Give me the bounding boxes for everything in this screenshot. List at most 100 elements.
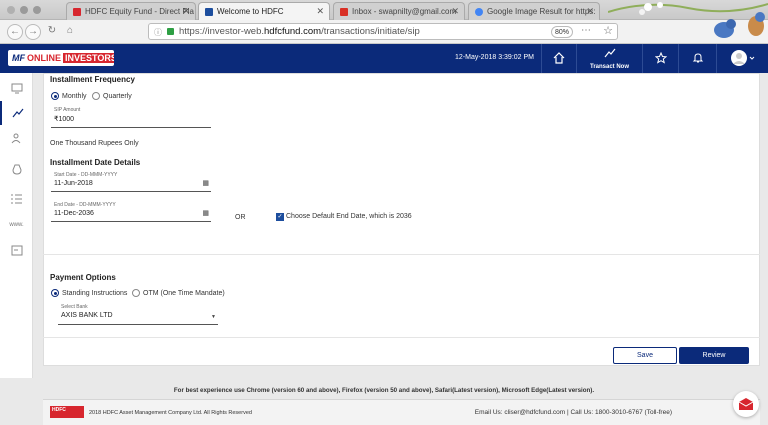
zoom-level[interactable]: 80%	[551, 26, 573, 38]
home-icon	[553, 52, 565, 64]
sidebar-item-website[interactable]: www.	[0, 213, 33, 237]
sidebar-item-list[interactable]	[0, 186, 33, 210]
start-date-label: Start Date - DD-MMM-YYYY	[54, 172, 118, 178]
hdfc-favicon-icon	[205, 8, 213, 16]
lock-icon	[167, 28, 174, 35]
radio-selected-icon	[51, 289, 59, 297]
favourites-button[interactable]	[642, 44, 678, 73]
quote-icon	[11, 245, 22, 255]
close-tab-icon[interactable]: ✕	[182, 6, 190, 17]
sip-amount-field[interactable]: SIP Amount ₹1000	[51, 107, 211, 128]
sip-amount-label: SIP Amount	[54, 107, 81, 113]
actions-divider	[43, 337, 760, 338]
select-bank-label: Select Bank	[61, 304, 88, 310]
default-end-date-checkbox[interactable]: ✓	[276, 213, 284, 221]
logo-investors: INVESTORS	[63, 53, 114, 63]
frequency-quarterly-radio[interactable]: Quarterly	[92, 92, 132, 100]
logo-mf: MF	[12, 53, 25, 63]
sip-amount-value: ₹1000	[54, 116, 75, 123]
tab-title: Google Image Result for https:	[487, 7, 596, 16]
close-tab-icon[interactable]: ✕	[586, 6, 594, 17]
default-end-date-label: Choose Default End Date, which is 2036	[286, 213, 412, 220]
home-icon[interactable]: ⌂	[62, 24, 78, 40]
contact-info: Email Us: cliser@hdfcfund.com | Call Us:…	[474, 409, 672, 416]
frequency-monthly-radio[interactable]: Monthly	[51, 92, 87, 100]
payment-otm-radio[interactable]: OTM (One Time Mandate)	[132, 289, 225, 297]
dropdown-arrow-icon: ▼	[211, 314, 216, 320]
checklist-icon	[11, 194, 22, 203]
transact-icon	[604, 48, 615, 58]
calendar-icon[interactable]: ▦	[202, 179, 209, 187]
browser-tab-hdfc-equity[interactable]: HDFC Equity Fund - Direct Pla ✕	[66, 2, 196, 20]
save-button[interactable]: Save	[613, 347, 677, 364]
reload-icon[interactable]: ↻	[44, 24, 60, 40]
back-icon[interactable]: ←	[7, 24, 23, 40]
mf-online-logo[interactable]: MF ONLINE INVESTORS	[8, 50, 114, 66]
chat-button[interactable]	[733, 391, 759, 417]
gmail-favicon-icon	[340, 8, 348, 16]
amount-in-words: One Thousand Rupees Only	[50, 140, 139, 147]
otm-label: OTM (One Time Mandate)	[143, 289, 225, 297]
end-date-field[interactable]: End Date - DD-MMM-YYYY 11-Dec-2036 ▦	[51, 202, 211, 222]
start-date-value: 11-Jun-2018	[54, 180, 93, 187]
avatar-icon	[730, 50, 754, 66]
sidebar-item-dashboard[interactable]	[0, 76, 33, 100]
radio-unselected-icon	[132, 289, 140, 297]
browser-support-notice: For best experience use Chrome (version …	[173, 387, 595, 394]
browser-tab-google-image[interactable]: Google Image Result for https: ✕	[468, 2, 600, 20]
notifications-button[interactable]	[678, 44, 716, 73]
url-domain: hdfcfund.com	[264, 26, 322, 37]
installment-frequency-heading: Installment Frequency	[50, 75, 135, 84]
tab-title: Inbox - swapnilty@gmail.com	[352, 7, 457, 16]
header-datetime: 12-May-2018 3:39:02 PM	[455, 54, 534, 61]
www-label: www.	[9, 222, 24, 228]
radio-unselected-icon	[92, 92, 100, 100]
forward-icon[interactable]: →	[25, 24, 41, 40]
bookmark-star-icon[interactable]: ☆	[603, 24, 613, 37]
sidebar-item-transact[interactable]	[0, 101, 33, 125]
copyright-text: 2018 HDFC Asset Management Company Ltd. …	[89, 410, 252, 416]
payment-standing-radio[interactable]: Standing Instructions	[51, 289, 127, 297]
transact-icon	[12, 108, 23, 118]
user-settings-icon	[11, 133, 20, 143]
url-path: /transactions/initiate/sip	[321, 26, 420, 37]
close-tab-icon[interactable]: ✕	[316, 6, 324, 17]
select-bank-dropdown[interactable]: Select Bank AXIS BANK LTD ▼	[58, 304, 218, 325]
logo-online: ONLINE	[27, 53, 62, 63]
standing-instructions-label: Standing Instructions	[62, 289, 128, 297]
calendar-icon[interactable]: ▦	[202, 209, 209, 217]
browser-tab-inbox[interactable]: Inbox - swapnilty@gmail.com ✕	[333, 2, 465, 20]
bell-icon	[692, 53, 703, 63]
maximize-window-icon[interactable]	[33, 6, 41, 14]
close-tab-icon[interactable]: ✕	[451, 6, 459, 17]
hdfc-footer-logo: HDFC	[50, 406, 84, 418]
browser-toolbar: ← → ↻ ⌂ ⓘ https://investor-web.hdfcfund.…	[0, 20, 768, 44]
end-date-label: End Date - DD-MMM-YYYY	[54, 202, 116, 208]
start-date-field[interactable]: Start Date - DD-MMM-YYYY 11-Jun-2018 ▦	[51, 172, 211, 192]
star-icon	[654, 51, 667, 64]
installment-date-heading: Installment Date Details	[50, 158, 141, 167]
sidebar-item-profile[interactable]	[0, 126, 33, 150]
browser-tab-strip: HDFC Equity Fund - Direct Pla ✕ Welcome …	[0, 0, 768, 20]
monitor-icon	[11, 83, 22, 93]
sidebar-item-feedback[interactable]	[0, 238, 33, 262]
footer: HDFC 2018 HDFC Asset Management Company …	[43, 399, 760, 425]
minimize-window-icon[interactable]	[20, 6, 28, 14]
more-icon[interactable]: ⋯	[581, 25, 591, 36]
browser-tab-welcome[interactable]: Welcome to HDFC ✕	[198, 2, 330, 20]
review-button[interactable]: Review	[679, 347, 749, 364]
address-bar[interactable]: ⓘ https://investor-web.hdfcfund.com/tran…	[148, 23, 618, 40]
tab-title: HDFC Equity Fund - Direct Pla	[85, 7, 194, 16]
sidebar: www.	[0, 73, 33, 378]
section-divider	[43, 254, 760, 255]
money-bag-icon	[11, 164, 22, 175]
quarterly-label: Quarterly	[103, 92, 132, 100]
close-window-icon[interactable]	[7, 6, 15, 14]
user-menu-button[interactable]	[716, 44, 768, 73]
info-icon[interactable]: ⓘ	[154, 27, 162, 38]
select-bank-value: AXIS BANK LTD	[61, 312, 113, 319]
home-button[interactable]	[541, 44, 576, 73]
transact-now-button[interactable]: Transact Now	[576, 44, 642, 73]
sidebar-item-money[interactable]	[0, 156, 33, 180]
url-prefix: https://investor-web.	[179, 26, 265, 37]
